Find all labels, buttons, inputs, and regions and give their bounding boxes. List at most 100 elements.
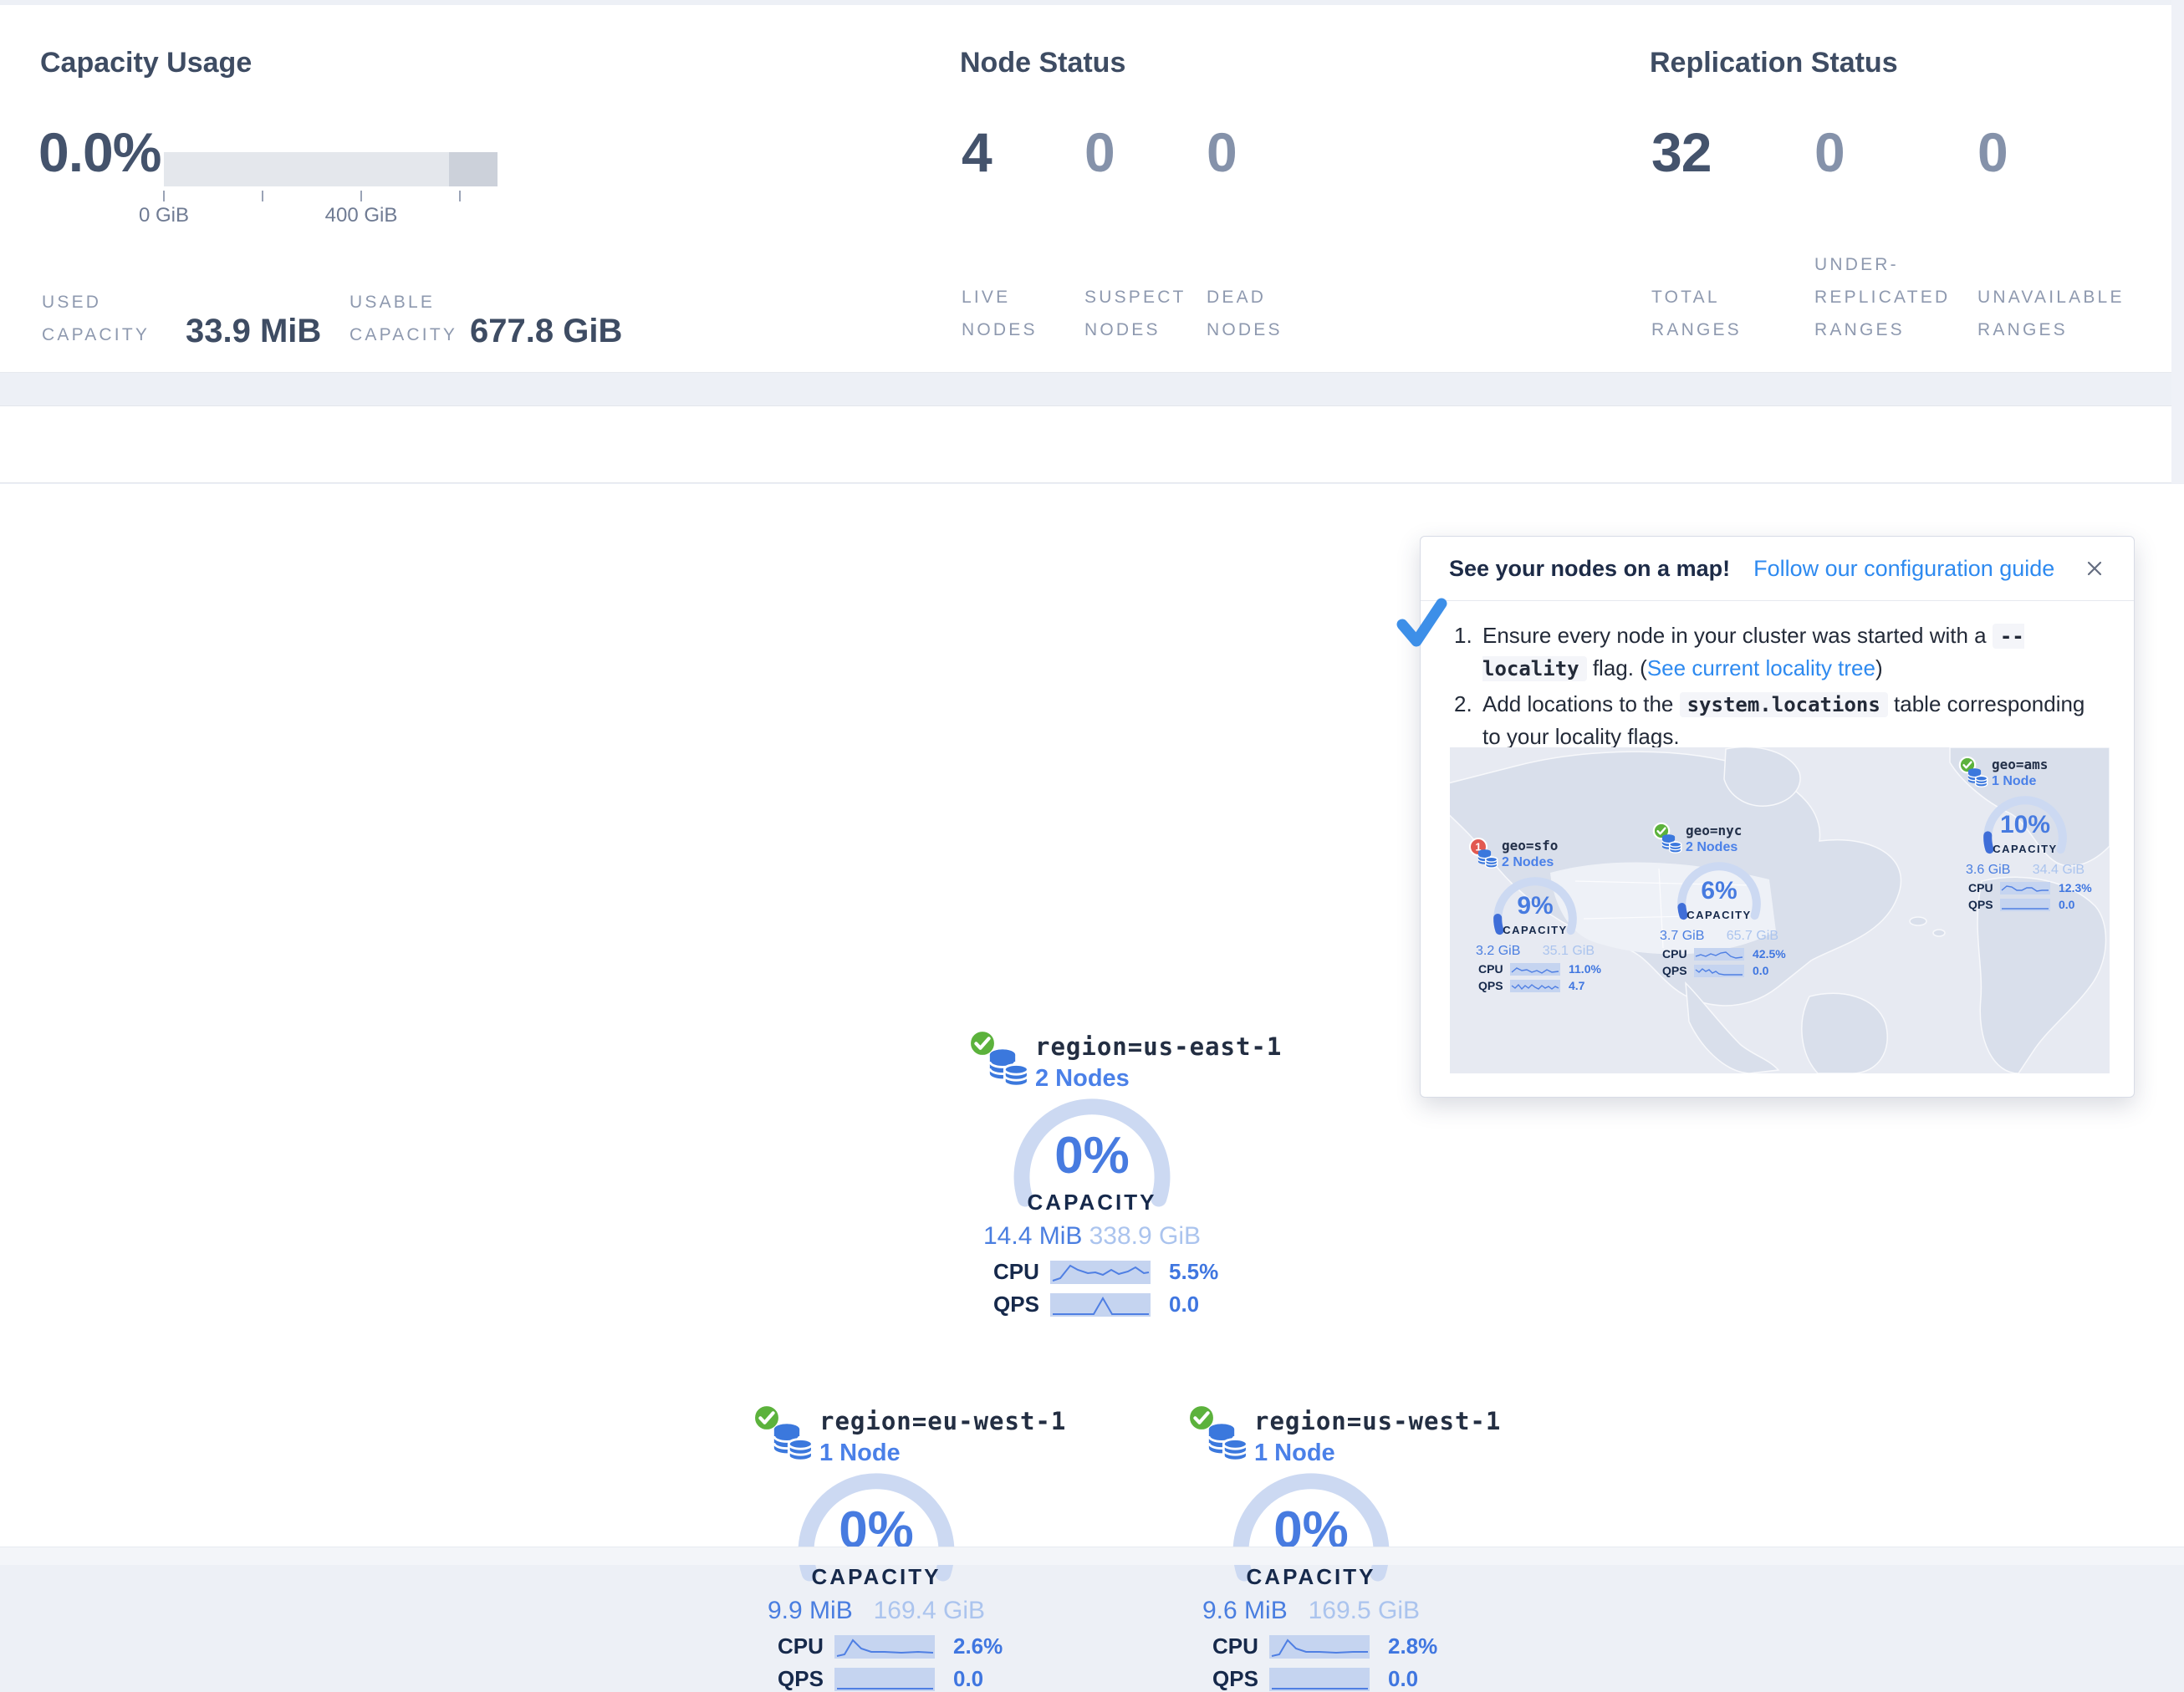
capacity-gauge: 0% CAPACITY bbox=[1223, 1467, 1399, 1590]
locality-tree-link[interactable]: See current locality tree bbox=[1647, 655, 1875, 680]
qps-label: QPS bbox=[993, 1292, 1045, 1317]
live-nodes-label: LIVENODES bbox=[962, 281, 1038, 346]
cpu-sparkline bbox=[1694, 948, 1744, 961]
geo-name: geo=ams bbox=[1992, 757, 2048, 772]
used-value: 3.6 GiB bbox=[1966, 863, 2010, 878]
cpu-value: 12.3% bbox=[2059, 881, 2092, 894]
database-nodes-icon bbox=[769, 1419, 816, 1465]
unavailable-label: UNAVAILABLERANGES bbox=[1977, 281, 2125, 346]
geo-card-ams[interactable]: geo=ams 1 Node 10% CAPACITY 3.6 GiB 34.4… bbox=[1958, 756, 2092, 911]
region-node-count[interactable]: 1 Node bbox=[819, 1440, 1066, 1467]
database-nodes-icon bbox=[1476, 847, 1499, 870]
total-value: 35.1 GiB bbox=[1543, 944, 1595, 959]
total-value: 65.7 GiB bbox=[1727, 929, 1778, 944]
close-button[interactable] bbox=[2084, 558, 2105, 579]
cpu-label: CPU bbox=[993, 1259, 1045, 1285]
cpu-value: 11.0% bbox=[1569, 962, 1601, 976]
under-replicated-label: UNDER-REPLICATEDRANGES bbox=[1814, 248, 1950, 346]
used-value: 9.6 MiB bbox=[1202, 1597, 1288, 1625]
used-value: 9.9 MiB bbox=[768, 1597, 853, 1625]
total-ranges-label: TOTALRANGES bbox=[1651, 281, 1742, 346]
cpu-value: 42.5% bbox=[1753, 947, 1786, 961]
qps-sparkline bbox=[2000, 899, 2050, 911]
system-locations-code: system.locations bbox=[1680, 692, 1888, 717]
cpu-label: CPU bbox=[1968, 881, 1998, 894]
qps-value: 0.0 bbox=[1388, 1666, 1418, 1692]
geo-node-count[interactable]: 1 Node bbox=[1992, 774, 2048, 789]
replication-status-title: Replication Status bbox=[1650, 47, 1898, 79]
view-toolbar: Node Map Cluster 10m Past 10 Minutes bbox=[0, 405, 2171, 483]
capacity-gauge: 0% CAPACITY bbox=[1004, 1093, 1180, 1215]
configuration-guide-link[interactable]: Follow our configuration guide bbox=[1753, 556, 2054, 582]
gauge-percent: 0% bbox=[1004, 1126, 1180, 1185]
geo-name: geo=sfo bbox=[1502, 838, 1558, 854]
qps-sparkline bbox=[1694, 965, 1744, 977]
qps-label: QPS bbox=[1968, 898, 1998, 911]
used-value: 3.2 GiB bbox=[1476, 944, 1520, 959]
region-node-count[interactable]: 2 Nodes bbox=[1035, 1065, 1282, 1093]
cpu-sparkline bbox=[1050, 1261, 1151, 1284]
dead-nodes-count: 0 bbox=[1207, 120, 1237, 184]
gauge-capacity-label: CAPACITY bbox=[788, 1564, 964, 1590]
cpu-label: CPU bbox=[1662, 947, 1692, 961]
node-status-title: Node Status bbox=[960, 47, 1125, 79]
cpu-value: 5.5% bbox=[1169, 1259, 1218, 1285]
total-value: 169.4 GiB bbox=[874, 1597, 985, 1625]
gauge-percent: 10% bbox=[1978, 811, 2072, 839]
cpu-sparkline bbox=[1269, 1635, 1370, 1659]
qps-sparkline bbox=[1269, 1668, 1370, 1691]
cpu-label: CPU bbox=[778, 1633, 829, 1659]
database-nodes-icon bbox=[1204, 1419, 1251, 1465]
live-nodes-count: 4 bbox=[962, 120, 992, 184]
gauge-capacity-label: CAPACITY bbox=[1488, 924, 1582, 936]
usable-capacity-value: 677.8 GiB bbox=[470, 313, 622, 350]
capacity-gauge: 6% CAPACITY bbox=[1672, 859, 1766, 925]
capacity-gauge: 10% CAPACITY bbox=[1978, 792, 2072, 859]
total-ranges-count: 32 bbox=[1651, 120, 1711, 184]
capacity-gauge: 0% CAPACITY bbox=[788, 1467, 964, 1590]
under-replicated-count: 0 bbox=[1814, 120, 1845, 184]
cpu-sparkline bbox=[1510, 963, 1560, 976]
qps-value: 0.0 bbox=[1753, 964, 1768, 977]
config-step-2: 2. Add locations to the system.locations… bbox=[1454, 688, 2090, 752]
used-capacity-label: USEDCAPACITY bbox=[42, 286, 150, 351]
region-card-us-east-1[interactable]: region=us-east-1 2 Nodes 0% CAPACITY 14.… bbox=[952, 1026, 1232, 1317]
region-name: region=us-west-1 bbox=[1254, 1407, 1501, 1435]
suspect-nodes-count: 0 bbox=[1084, 120, 1115, 184]
used-capacity-value: 33.9 MiB bbox=[186, 313, 321, 350]
cpu-sparkline bbox=[834, 1635, 935, 1659]
cluster-summary-panel: Capacity Usage 0.0% 0 GiB 400 GiB USEDCA… bbox=[0, 5, 2171, 373]
node-map-config-popup: See your nodes on a map! Follow our conf… bbox=[1420, 536, 2135, 1098]
done-check-icon bbox=[1394, 598, 1449, 650]
cluster-overview-page: Capacity Usage 0.0% 0 GiB 400 GiB USEDCA… bbox=[0, 0, 2184, 1565]
gauge-capacity-label: CAPACITY bbox=[1004, 1190, 1180, 1215]
popup-title: See your nodes on a map! bbox=[1449, 556, 1730, 582]
used-value: 3.7 GiB bbox=[1660, 929, 1704, 944]
geo-node-count[interactable]: 2 Nodes bbox=[1686, 840, 1742, 855]
total-value: 338.9 GiB bbox=[1089, 1222, 1201, 1251]
cpu-value: 2.8% bbox=[1388, 1633, 1437, 1659]
capacity-axis-0: 0 GiB bbox=[114, 204, 214, 227]
used-value: 14.4 MiB bbox=[983, 1222, 1082, 1251]
geo-card-sfo[interactable]: 1 geo=sfo 2 Nodes 9% CAPACITY bbox=[1468, 837, 1602, 992]
database-nodes-icon bbox=[985, 1044, 1032, 1091]
qps-label: QPS bbox=[1662, 964, 1692, 977]
cpu-sparkline bbox=[2000, 882, 2050, 894]
qps-value: 0.0 bbox=[2059, 898, 2074, 911]
usable-capacity-label: USABLECAPACITY bbox=[350, 286, 457, 351]
qps-label: QPS bbox=[1212, 1666, 1264, 1692]
region-node-count[interactable]: 1 Node bbox=[1254, 1440, 1501, 1467]
gauge-capacity-label: CAPACITY bbox=[1978, 843, 2072, 855]
config-step-1: 1. Ensure every node in your cluster was… bbox=[1454, 619, 2090, 685]
capacity-bar-reserved bbox=[449, 152, 498, 186]
world-map-preview: 1 geo=sfo 2 Nodes 9% CAPACITY bbox=[1450, 747, 2110, 1073]
geo-card-nyc[interactable]: geo=nyc 2 Nodes 6% CAPACITY 3.7 GiB 65.7… bbox=[1652, 822, 1786, 977]
gauge-capacity-label: CAPACITY bbox=[1672, 909, 1766, 921]
cpu-label: CPU bbox=[1478, 962, 1508, 976]
close-icon bbox=[2084, 558, 2105, 579]
region-name: region=us-east-1 bbox=[1035, 1032, 1282, 1061]
suspect-nodes-label: SUSPECTNODES bbox=[1084, 281, 1186, 346]
geo-node-count[interactable]: 2 Nodes bbox=[1502, 855, 1558, 870]
cpu-value: 2.6% bbox=[953, 1633, 1003, 1659]
qps-sparkline bbox=[1050, 1293, 1151, 1317]
